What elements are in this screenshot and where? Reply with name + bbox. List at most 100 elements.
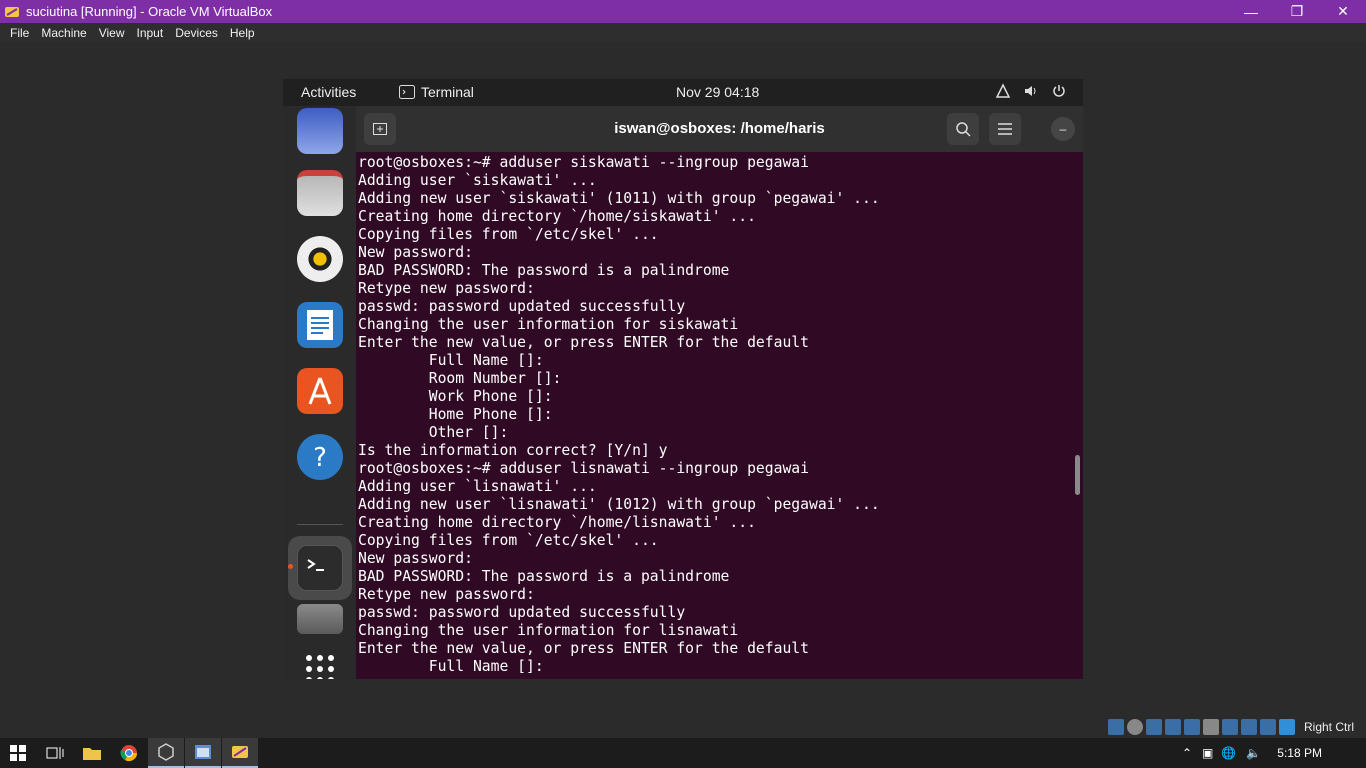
guest-screen[interactable]: Activities Terminal Nov 29 04:18 ? iswan… xyxy=(283,79,1083,679)
terminal-line: Full Name []: xyxy=(358,658,544,675)
optical-drive-status-icon[interactable] xyxy=(1127,719,1143,735)
terminal-output[interactable]: root@osboxes:~# adduser siskawati --ingr… xyxy=(356,152,1083,679)
usb-status-icon[interactable] xyxy=(1184,719,1200,735)
terminal-line: root@osboxes:~# adduser lisnawati --ingr… xyxy=(358,460,809,477)
cpu-status-icon[interactable] xyxy=(1260,719,1276,735)
svg-text:?: ? xyxy=(313,443,327,473)
menu-input[interactable]: Input xyxy=(131,26,170,40)
minimize-button[interactable]: — xyxy=(1228,0,1274,23)
terminal-line: Room Number []: xyxy=(358,370,562,387)
terminal-line: Copying files from `/etc/skel' ... xyxy=(358,226,659,243)
terminal-line: Changing the user information for siskaw… xyxy=(358,316,739,333)
terminal-line: Enter the new value, or press ENTER for … xyxy=(358,640,809,657)
dock: ? xyxy=(283,106,356,679)
terminal-icon[interactable] xyxy=(297,545,343,591)
cube-app-icon xyxy=(158,743,174,761)
windows-taskbar: ⌃ ▣ 🌐 🔈 5:18 PM xyxy=(0,738,1366,768)
terminal-line: Creating home directory `/home/siskawati… xyxy=(358,208,756,225)
terminal-line: Home Phone []: xyxy=(358,406,553,423)
menu-machine[interactable]: Machine xyxy=(35,26,92,40)
close-button[interactable]: ✕ xyxy=(1320,0,1366,23)
clock[interactable]: Nov 29 04:18 xyxy=(676,84,759,100)
restore-button[interactable]: ❐ xyxy=(1274,0,1320,23)
rhythmbox-icon[interactable] xyxy=(297,236,343,282)
terminal-line: Full Name []: xyxy=(358,352,544,369)
libreoffice-writer-icon[interactable] xyxy=(297,302,343,348)
terminal-line: BAD PASSWORD: The password is a palindro… xyxy=(358,262,730,279)
display-status-icon[interactable] xyxy=(1222,719,1238,735)
terminal-line: passwd: password updated successfully xyxy=(358,604,686,621)
menu-help[interactable]: Help xyxy=(224,26,261,40)
folder-icon xyxy=(83,748,101,760)
search-icon xyxy=(956,122,971,137)
help-icon[interactable]: ? xyxy=(297,434,343,480)
gnome-top-bar: Activities Terminal Nov 29 04:18 xyxy=(283,79,1083,106)
chrome-button[interactable] xyxy=(111,738,147,768)
globe-icon[interactable]: 🌐 xyxy=(1217,746,1240,760)
task-view-button[interactable] xyxy=(37,738,73,768)
terminal-line: Is the information correct? [Y/n] y xyxy=(358,442,668,459)
recording-status-icon[interactable] xyxy=(1241,719,1257,735)
terminal-headerbar: iswan@osboxes: /home/haris – ❐ ✕ xyxy=(356,106,1083,152)
file-explorer-button[interactable] xyxy=(74,738,110,768)
activities-button[interactable]: Activities xyxy=(301,84,356,100)
app-menu[interactable]: Terminal xyxy=(399,84,474,100)
thunderbird-icon[interactable] xyxy=(297,108,343,154)
app-taskbar-button-2[interactable] xyxy=(185,738,221,768)
terminal-scrollbar[interactable] xyxy=(1075,455,1080,495)
hamburger-icon xyxy=(998,123,1012,135)
task-view-icon xyxy=(46,747,64,759)
menu-button[interactable] xyxy=(989,113,1021,145)
terminal-line: Other []: xyxy=(358,424,509,441)
chevron-up-icon[interactable]: ⌃ xyxy=(1176,746,1198,760)
terminal-app-icon xyxy=(399,85,415,99)
terminal-line: Retype new password: xyxy=(358,280,535,297)
device-icon[interactable]: ▣ xyxy=(1198,746,1217,760)
terminal-minimize-button[interactable]: – xyxy=(1051,117,1075,141)
ubuntu-software-icon[interactable] xyxy=(297,368,343,414)
menu-file[interactable]: File xyxy=(4,26,35,40)
hard-disk-status-icon[interactable] xyxy=(1108,719,1124,735)
terminal-line: Adding new user `lisnawati' (1012) with … xyxy=(358,496,880,513)
app-menu-label: Terminal xyxy=(421,84,474,100)
vbox-menubar: File Machine View Input Devices Help xyxy=(0,23,1366,42)
terminal-line: Adding user `siskawati' ... xyxy=(358,172,597,189)
power-icon xyxy=(1053,85,1065,97)
show-apps-icon[interactable] xyxy=(297,646,343,679)
dock-separator xyxy=(297,524,343,525)
virtualbox-taskbar-button[interactable] xyxy=(222,738,258,768)
speaker-icon[interactable]: 🔈 xyxy=(1240,746,1267,760)
menu-devices[interactable]: Devices xyxy=(169,26,224,40)
window-title: suciutina [Running] - Oracle VM VirtualB… xyxy=(26,4,273,19)
files-icon[interactable] xyxy=(297,170,343,216)
start-button[interactable] xyxy=(0,738,36,768)
running-indicator xyxy=(288,564,293,569)
volume-icon xyxy=(1025,86,1036,96)
menu-view[interactable]: View xyxy=(93,26,131,40)
app-taskbar-button-1[interactable] xyxy=(148,738,184,768)
terminal-line: Work Phone []: xyxy=(358,388,553,405)
drive-icon[interactable] xyxy=(297,604,343,634)
terminal-line: BAD PASSWORD: The password is a palindro… xyxy=(358,568,730,585)
shared-folders-status-icon[interactable] xyxy=(1203,719,1219,735)
terminal-line: Adding new user `siskawati' (1011) with … xyxy=(358,190,880,207)
windows-logo-icon xyxy=(10,745,26,761)
virtualbox-icon xyxy=(232,746,248,758)
terminal-line: Changing the user information for lisnaw… xyxy=(358,622,739,639)
terminal-line: New password: xyxy=(358,550,473,567)
notifications-button[interactable] xyxy=(1332,738,1366,768)
terminal-line: Copying files from `/etc/skel' ... xyxy=(358,532,659,549)
mouse-integration-icon[interactable] xyxy=(1279,719,1295,735)
taskbar-clock[interactable]: 5:18 PM xyxy=(1267,746,1332,760)
network-status-icon[interactable] xyxy=(1165,719,1181,735)
terminal-line: Enter the new value, or press ENTER for … xyxy=(358,334,809,351)
window-app-icon xyxy=(195,745,211,759)
chrome-icon xyxy=(120,745,138,762)
host-key-label: Right Ctrl xyxy=(1304,720,1355,734)
virtualbox-logo-icon xyxy=(5,6,19,17)
terminal-line: root@osboxes:~# adduser siskawati --ingr… xyxy=(358,154,809,171)
search-button[interactable] xyxy=(947,113,979,145)
windows-tray: ⌃ ▣ 🌐 🔈 5:18 PM xyxy=(1176,738,1366,768)
audio-status-icon[interactable] xyxy=(1146,719,1162,735)
system-tray[interactable] xyxy=(995,83,1067,99)
